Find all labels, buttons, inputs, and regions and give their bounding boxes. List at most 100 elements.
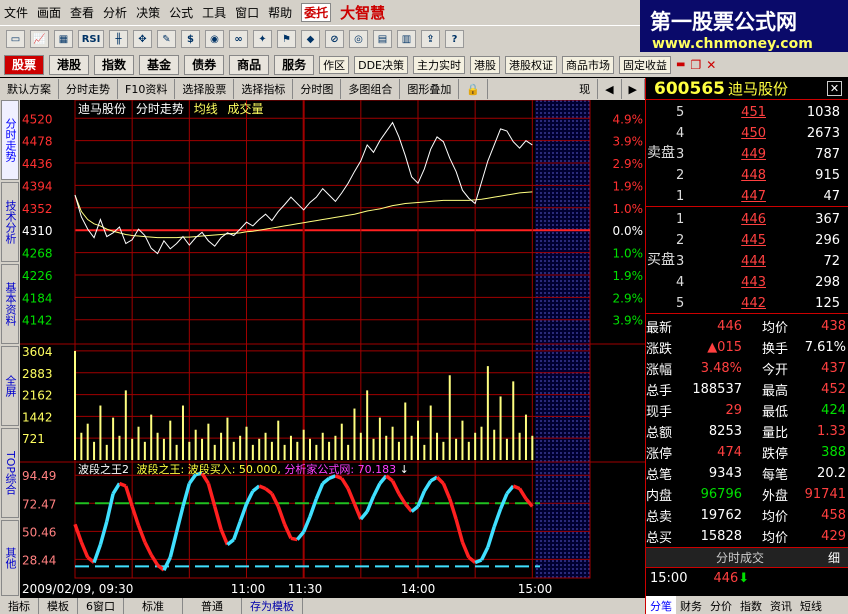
- sidebar-tab-fullscreen[interactable]: 全屏: [1, 346, 19, 426]
- minimize-button[interactable]: ▬: [676, 59, 685, 70]
- sell-level: 1: [676, 189, 685, 204]
- workspace-button[interactable]: 作区: [319, 55, 350, 74]
- tab-overlay[interactable]: 图形叠加: [400, 79, 460, 99]
- next-arrow-icon[interactable]: ▶: [622, 79, 645, 99]
- sell-row[interactable]: 2 448 915: [676, 165, 848, 186]
- menu-view[interactable]: 查看: [70, 4, 94, 21]
- stat-label: 最新: [646, 321, 673, 336]
- tab-select-stock[interactable]: 选择股票: [175, 79, 235, 99]
- fund-button[interactable]: 基金: [139, 54, 180, 75]
- rsi-icon[interactable]: RSI: [78, 30, 104, 48]
- export-icon[interactable]: ⇪: [421, 30, 440, 48]
- menu-help[interactable]: 帮助: [268, 4, 292, 21]
- sell-row[interactable]: 1 447 47: [676, 186, 848, 207]
- sidebar-tab-intraday[interactable]: 分时走势: [1, 100, 19, 180]
- menu-tools[interactable]: 工具: [202, 4, 226, 21]
- buy-row[interactable]: 4 443 298: [676, 272, 848, 293]
- tab-intraday-chart[interactable]: 分时图: [293, 79, 342, 99]
- tab-finance[interactable]: 财务: [676, 596, 706, 614]
- menu-analysis[interactable]: 分析: [103, 4, 127, 21]
- tab-news[interactable]: 资讯: [766, 596, 796, 614]
- chart-icon[interactable]: 📈: [30, 30, 49, 48]
- menu-window[interactable]: 窗口: [235, 4, 259, 21]
- alert-icon[interactable]: ⚑: [277, 30, 296, 48]
- bottom-tab-6window[interactable]: 6窗口: [78, 598, 124, 614]
- buy-level: 4: [676, 275, 685, 290]
- restore-button[interactable]: ❐: [690, 58, 701, 72]
- no-entry-icon[interactable]: ⊘: [325, 30, 344, 48]
- fixed-income-button[interactable]: 固定收益: [619, 55, 671, 74]
- menu-view-screen[interactable]: 画面: [37, 4, 61, 21]
- binoculars-icon[interactable]: ∞: [229, 30, 248, 48]
- bottom-tab-standard[interactable]: 标准: [124, 598, 183, 614]
- menu-entrust[interactable]: 委托: [301, 3, 332, 22]
- bottom-tab-template[interactable]: 模板: [39, 598, 78, 614]
- menu-file[interactable]: 文件: [4, 4, 28, 21]
- buy-row[interactable]: 2 445 296: [676, 230, 848, 251]
- sell-row[interactable]: 3 449 787: [676, 144, 848, 165]
- sidebar-tab-fundamental[interactable]: 基本资料: [1, 264, 19, 344]
- tab-intraday[interactable]: 分时走势: [59, 79, 118, 99]
- stock-code: 600565: [654, 78, 725, 99]
- dde-button[interactable]: DDE决策: [354, 55, 408, 74]
- fire-icon[interactable]: ✦: [253, 30, 272, 48]
- draw-icon[interactable]: ✎: [157, 30, 176, 48]
- menu-formula[interactable]: 公式: [169, 4, 193, 21]
- trade-detail-button[interactable]: 细: [828, 549, 840, 566]
- grid-icon[interactable]: ▦: [54, 30, 73, 48]
- sidebar-tab-technical[interactable]: 技术分析: [1, 182, 19, 262]
- tab-multi-chart[interactable]: 多图组合: [341, 79, 401, 99]
- bottom-tab-save-template[interactable]: 存为模板: [242, 598, 303, 614]
- menu-decision[interactable]: 决策: [136, 4, 160, 21]
- k-line-icon[interactable]: ╫: [109, 30, 128, 48]
- bottom-tab-indicator[interactable]: 指标: [0, 598, 39, 614]
- time-tick: 15:00: [518, 582, 553, 596]
- help-icon[interactable]: ?: [445, 30, 464, 48]
- tab-select-indicator[interactable]: 选择指标: [234, 79, 294, 99]
- stock-button[interactable]: 股票: [4, 54, 45, 75]
- sell-row[interactable]: 4 450 2673: [676, 123, 848, 144]
- sell-row[interactable]: 5 451 1038: [676, 102, 848, 123]
- buy-row[interactable]: 3 444 72: [676, 251, 848, 272]
- stat-row: 总笔 9343 每笔 20.2: [646, 463, 848, 484]
- diamond-icon[interactable]: ◆: [301, 30, 320, 48]
- sidebar-tab-other[interactable]: 其他: [1, 520, 19, 596]
- book-icon[interactable]: ▥: [397, 30, 416, 48]
- tab-f10[interactable]: F10资料: [118, 79, 176, 99]
- eye-icon[interactable]: ◉: [205, 30, 224, 48]
- hk-button[interactable]: 港股: [470, 55, 500, 74]
- commodity-button[interactable]: 商品: [229, 54, 270, 75]
- lock-icon[interactable]: 🔒: [459, 79, 489, 99]
- tab-price-dist[interactable]: 分价: [706, 596, 736, 614]
- stat-row: 涨跌 ▲015 换手 7.61%: [646, 337, 848, 358]
- buy-price: 445: [741, 233, 766, 248]
- buy-row[interactable]: 5 442 125: [676, 293, 848, 314]
- close-button[interactable]: ✕: [706, 58, 716, 72]
- stat-row: 现手 29 最低 424: [646, 400, 848, 421]
- commodity-market-button[interactable]: 商品市场: [562, 55, 614, 74]
- main-force-button[interactable]: 主力实时: [413, 55, 465, 74]
- index-button[interactable]: 指数: [94, 54, 135, 75]
- move-icon[interactable]: ✥: [133, 30, 152, 48]
- tab-short[interactable]: 短线: [796, 596, 826, 614]
- web-icon[interactable]: ◎: [349, 30, 368, 48]
- tab-now[interactable]: 现: [572, 79, 599, 99]
- close-panel-icon[interactable]: ✕: [827, 81, 842, 96]
- chart-vol-legend: 成交量: [227, 102, 264, 116]
- bond-button[interactable]: 债券: [184, 54, 225, 75]
- buy-row[interactable]: 1 446 367: [676, 209, 848, 230]
- indicator-header: 波段之王2 波段之王: 波段买入: 50.000, 分析家公式网: 70.183…: [78, 461, 409, 477]
- tab-default-scheme[interactable]: 默认方案: [0, 79, 59, 99]
- service-button[interactable]: 服务: [274, 54, 315, 75]
- intraday-chart[interactable]: 4520 4.9% 4478 3.9% 4436 2.9% 4394 1.9% 4352 1.0%…: [20, 100, 645, 598]
- sidebar-tab-top[interactable]: TOP综合: [1, 428, 19, 518]
- hk-stock-button[interactable]: 港股: [49, 54, 90, 75]
- bottom-tab-normal[interactable]: 普通: [183, 598, 242, 614]
- tab-index[interactable]: 指数: [736, 596, 766, 614]
- prev-arrow-icon[interactable]: ◀: [598, 79, 622, 99]
- dollar-icon[interactable]: $: [181, 30, 200, 48]
- open-icon[interactable]: ▭: [6, 30, 25, 48]
- tab-ticks[interactable]: 分笔: [646, 596, 676, 614]
- hk-warrant-button[interactable]: 港股权证: [505, 55, 557, 74]
- window-icon[interactable]: ▤: [373, 30, 392, 48]
